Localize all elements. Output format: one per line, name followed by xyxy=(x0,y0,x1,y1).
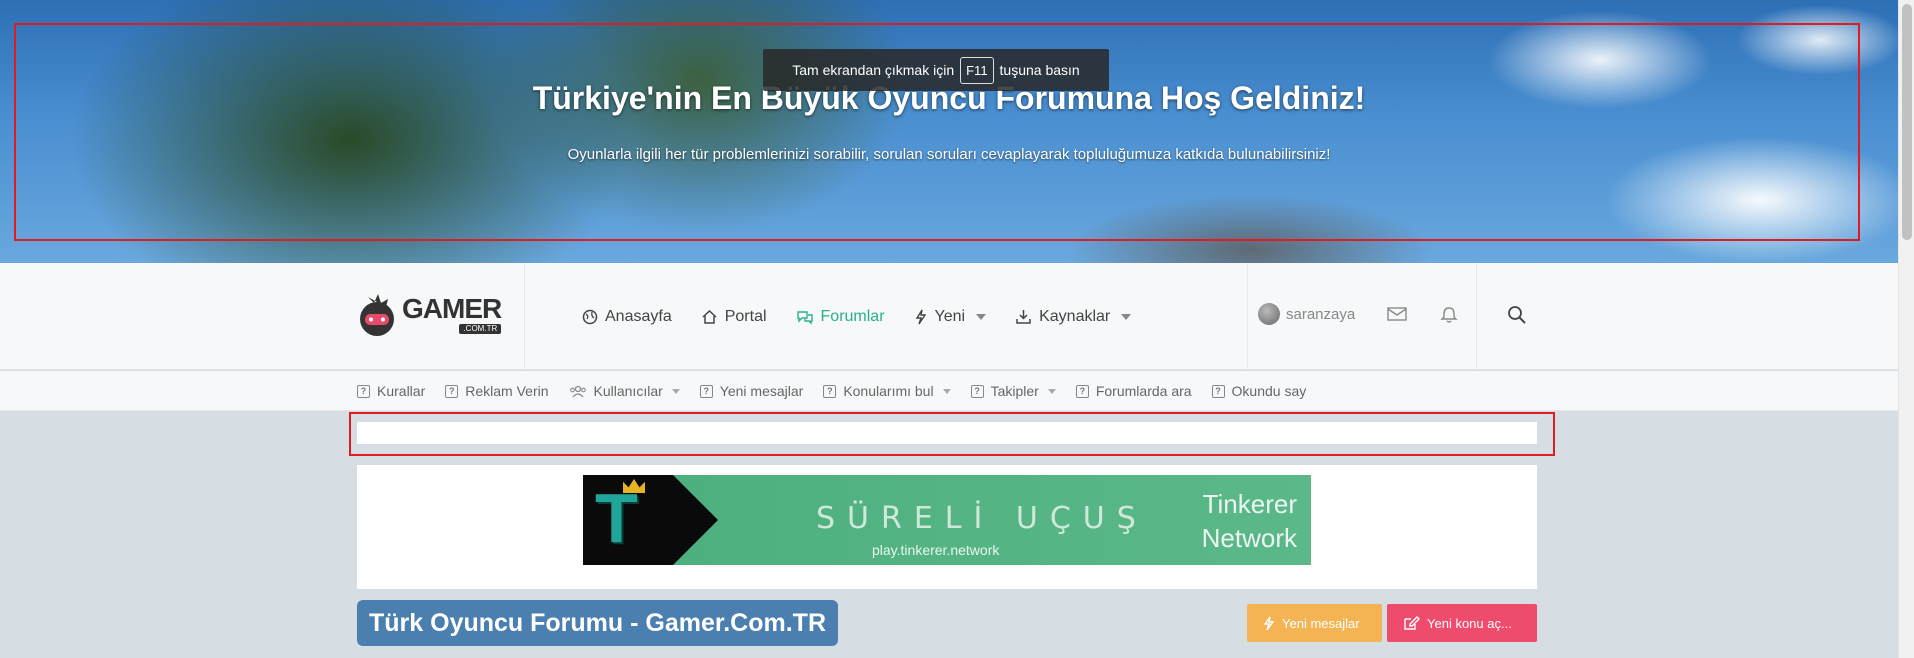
header-divider xyxy=(1476,263,1477,370)
banner-arrow xyxy=(673,475,718,565)
hero-subtitle: Oyunlarla ilgili her tür problemlerinizi… xyxy=(567,146,1331,163)
site-logo[interactable]: GAMER .COM.TR xyxy=(356,291,502,337)
scrollbar-thumb[interactable] xyxy=(1902,4,1912,240)
mascot-icon xyxy=(360,294,394,336)
subnav-label: Takipler xyxy=(990,383,1039,399)
username: saranzaya xyxy=(1286,305,1356,323)
subnav-label: Reklam Verin xyxy=(465,383,549,399)
edit-icon xyxy=(1404,616,1420,630)
banner-brand-line2: Network xyxy=(1201,523,1297,553)
chevron-down-icon xyxy=(942,388,951,394)
question-icon: ? xyxy=(699,384,713,398)
nav-label: Portal xyxy=(724,307,767,325)
subnav-item-reklam[interactable]: ? Reklam Verin xyxy=(445,383,549,399)
subnav-label: Forumlarda ara xyxy=(1095,383,1192,399)
nav-item-portal[interactable]: Portal xyxy=(701,308,767,326)
page-scrollbar[interactable] xyxy=(1898,0,1914,658)
question-icon: ? xyxy=(823,384,837,398)
notice-bar xyxy=(357,422,1537,444)
new-thread-button[interactable]: Yeni konu aç... xyxy=(1387,604,1537,642)
avatar xyxy=(1258,303,1280,325)
subnav-item-okundu-say[interactable]: ? Okundu say xyxy=(1211,383,1307,399)
search-icon[interactable] xyxy=(1507,305,1527,325)
subnav-item-forumlarda-ara[interactable]: ? Forumlarda ara xyxy=(1075,383,1192,399)
fullscreen-toast: Tam ekrandan çıkmak için F11 tuşuna bası… xyxy=(763,49,1109,91)
nav-label: Forumlar xyxy=(820,307,885,325)
chevron-down-icon xyxy=(1121,313,1132,320)
globe-icon xyxy=(582,309,598,324)
nav-label: Kaynaklar xyxy=(1039,307,1111,325)
banner-brand-line1: Tinkerer xyxy=(1202,489,1297,519)
chevron-down-icon xyxy=(1047,388,1056,394)
bolt-icon xyxy=(915,309,926,324)
user-menu[interactable]: saranzaya xyxy=(1258,303,1355,325)
download-icon xyxy=(1016,309,1031,324)
subnav-item-kullanicilar[interactable]: Kullanıcılar xyxy=(569,383,680,399)
logo-word: GAMER xyxy=(402,292,502,324)
subnav-label: Okundu say xyxy=(1231,383,1307,399)
button-label: Yeni mesajlar xyxy=(1282,615,1360,631)
page-title: Türk Oyuncu Forumu - Gamer.Com.TR xyxy=(357,600,838,646)
subnav-label: Kullanıcılar xyxy=(593,383,663,399)
fullscreen-prefix: Tam ekrandan çıkmak için xyxy=(792,62,955,78)
subnav-label: Kurallar xyxy=(377,383,426,399)
nav-item-anasayfa[interactable]: Anasayfa xyxy=(582,308,672,326)
banner-letter: T xyxy=(595,479,638,557)
home-icon xyxy=(702,309,717,324)
question-icon: ? xyxy=(357,384,370,398)
header-divider xyxy=(524,263,525,370)
button-label: Yeni konu aç... xyxy=(1427,615,1512,631)
new-messages-button[interactable]: Yeni mesajlar xyxy=(1247,604,1382,642)
ad-banner[interactable]: T SÜRELİ UÇUŞ play.tinkerer.network Tink… xyxy=(583,475,1311,565)
header-divider xyxy=(1247,263,1248,370)
users-icon xyxy=(569,385,586,397)
question-icon: ? xyxy=(1075,384,1089,398)
banner-url: play.tinkerer.network xyxy=(872,542,1000,558)
chevron-down-icon xyxy=(671,388,680,394)
subnav-item-takipler[interactable]: ? Takipler xyxy=(970,383,1056,399)
bolt-icon xyxy=(1263,616,1275,630)
subnav-item-konularimi-bul[interactable]: ? Konularımı bul xyxy=(823,383,951,399)
nav-label: Yeni xyxy=(934,307,966,325)
banner-brand: Tinkerer Network xyxy=(1202,487,1297,555)
fullscreen-key: F11 xyxy=(960,56,994,84)
nav-label: Anasayfa xyxy=(605,307,672,325)
banner-logo-block: T xyxy=(583,475,673,565)
envelope-icon[interactable] xyxy=(1387,306,1407,322)
comments-icon xyxy=(796,310,813,325)
sub-nav: ? Kurallar ? Reklam Verin Kullanıcılar ?… xyxy=(0,371,1898,411)
bell-icon[interactable] xyxy=(1440,306,1458,324)
nav-item-yeni[interactable]: Yeni xyxy=(914,308,987,326)
subnav-item-yeni-mesajlar[interactable]: ? Yeni mesajlar xyxy=(699,383,804,399)
nav-item-kaynaklar[interactable]: Kaynaklar xyxy=(1015,307,1132,326)
nav-item-forumlar[interactable]: Forumlar xyxy=(796,308,885,326)
hero-banner: Türkiye'nin En Büyük Oyuncu Forumuna Hoş… xyxy=(0,0,1898,263)
question-icon: ? xyxy=(970,384,984,398)
chevron-down-icon xyxy=(976,313,987,320)
main-nav: Anasayfa Portal Forumlar Yeni Kaynaklar xyxy=(582,263,1160,370)
subnav-label: Yeni mesajlar xyxy=(719,383,804,399)
banner-title: SÜRELİ UÇUŞ xyxy=(816,501,1148,536)
question-icon: ? xyxy=(445,384,459,398)
logo-badge: .COM.TR xyxy=(459,323,502,334)
question-icon: ? xyxy=(1211,384,1225,398)
subnav-label: Konularımı bul xyxy=(843,383,934,399)
fullscreen-suffix: tuşuna basın xyxy=(999,62,1080,78)
subnav-item-kurallar[interactable]: ? Kurallar xyxy=(357,383,425,399)
site-header: GAMER .COM.TR Anasayfa Portal Forumlar Y… xyxy=(0,263,1898,370)
